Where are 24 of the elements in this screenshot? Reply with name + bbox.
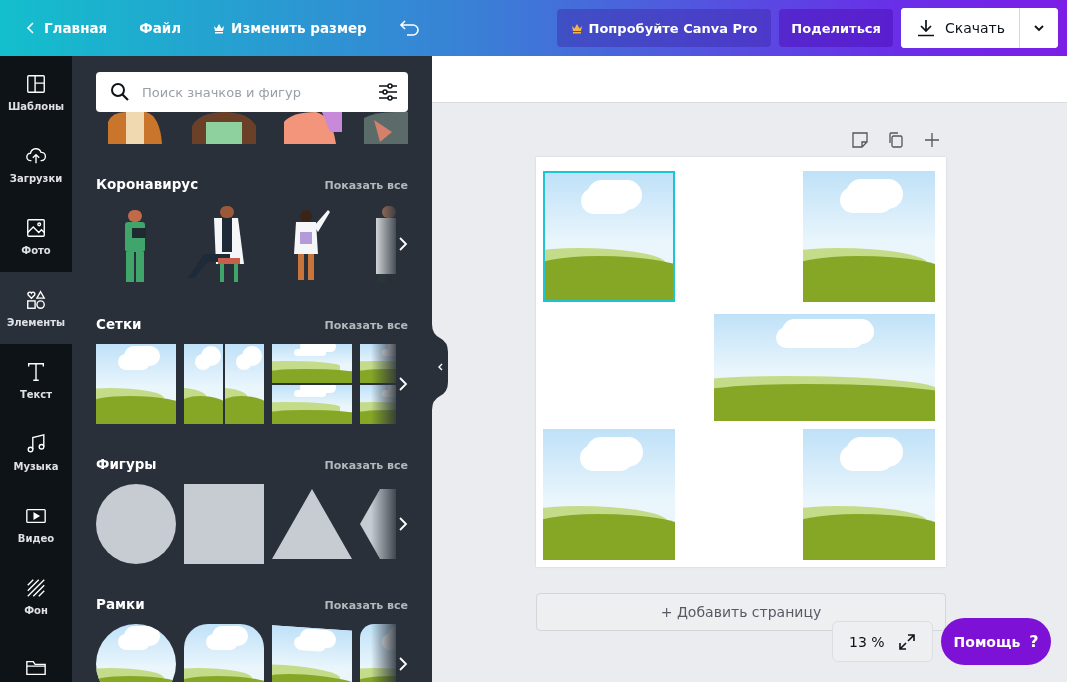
- sidebar-tab[interactable]: Элементы: [0, 272, 72, 344]
- section-title: Коронавирус: [96, 176, 199, 192]
- sidebar-tab[interactable]: Музыка: [0, 416, 72, 488]
- section-title: Рамки: [96, 596, 145, 612]
- try-pro-button[interactable]: Попробуйте Canva Pro: [556, 9, 772, 47]
- show-all-link[interactable]: Показать все: [324, 459, 408, 472]
- sidebar-tab[interactable]: Фон: [0, 560, 72, 632]
- help-button[interactable]: Помощь ?: [941, 618, 1051, 665]
- share-button[interactable]: Поделиться: [779, 9, 893, 47]
- show-all-link[interactable]: Показать все: [324, 179, 408, 192]
- show-all-link[interactable]: Показать все: [324, 599, 408, 612]
- sidebar-tab[interactable]: Загрузки: [0, 128, 72, 200]
- download-button[interactable]: Скачать: [900, 8, 1020, 48]
- zoom-level[interactable]: 13 %: [849, 633, 885, 650]
- sidebar-tab[interactable]: Шаблоны: [0, 56, 72, 128]
- add-page-button[interactable]: + Добавить страницу: [536, 593, 946, 631]
- show-all-link[interactable]: Показать все: [324, 319, 408, 332]
- section-title: Фигуры: [96, 456, 157, 472]
- search-bar[interactable]: Поиск значков и фигур: [96, 72, 408, 112]
- search-field[interactable]: Поиск значков и фигур: [140, 83, 368, 101]
- sidebar-tab[interactable]: Фото: [0, 200, 72, 272]
- sidebar-tab[interactable]: Текст: [0, 344, 72, 416]
- section-title: Сетки: [96, 316, 142, 332]
- sidebar-tab[interactable]: Видео: [0, 488, 72, 560]
